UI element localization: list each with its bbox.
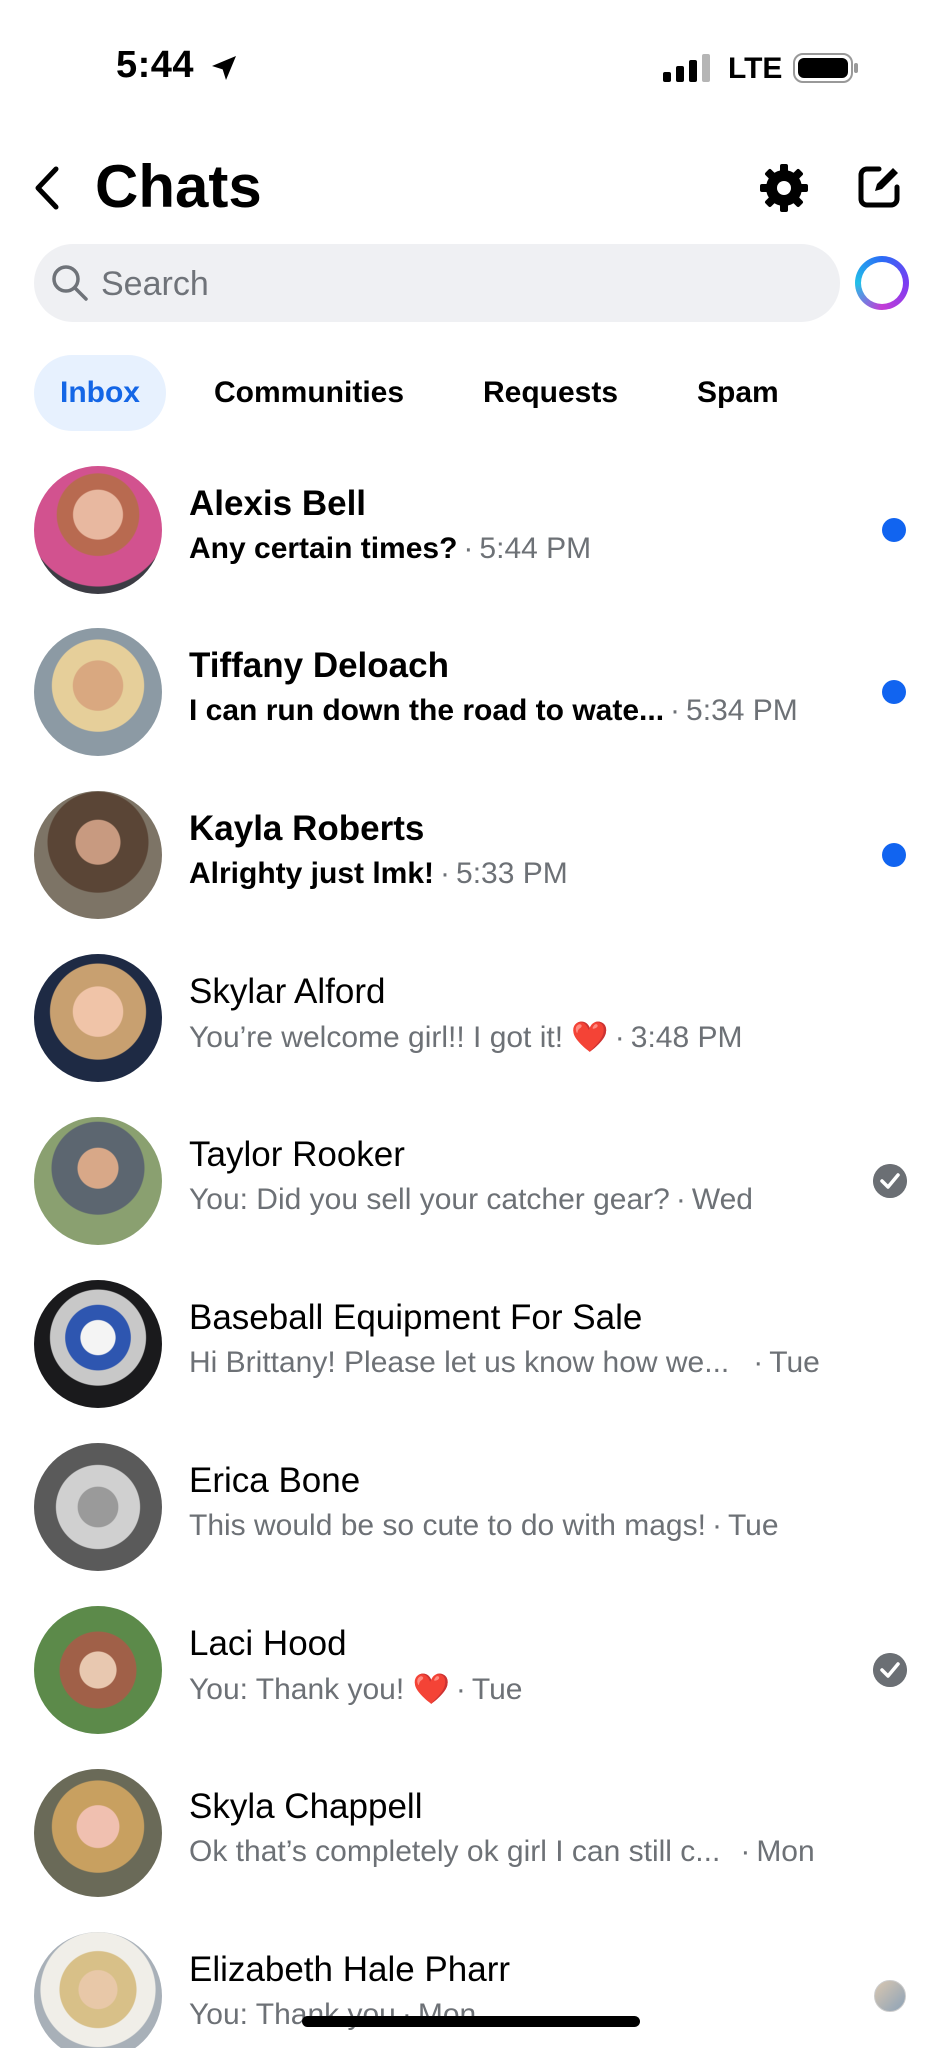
chat-name: Elizabeth Hale Pharr xyxy=(189,1950,510,1989)
chat-time: 5:34 PM xyxy=(686,694,798,727)
chat-preview-line: Any certain times? · 5:44 PM xyxy=(189,532,591,566)
seen-check-icon xyxy=(873,1653,907,1687)
avatar xyxy=(34,1932,162,2048)
avatar xyxy=(34,1769,162,1897)
chat-preview-line: Hi Brittany! Please let us know how we..… xyxy=(189,1346,820,1380)
chat-row[interactable]: Elizabeth Hale Pharr You: Thank you · Mon xyxy=(0,1932,943,2048)
avatar xyxy=(34,791,162,919)
heart-emoji-icon: ❤️ xyxy=(412,1673,450,1706)
tab-inbox[interactable]: Inbox xyxy=(34,355,166,431)
chat-preview: You: Did you sell your catcher gear? xyxy=(189,1183,670,1216)
avatar xyxy=(34,1117,162,1245)
chat-time: Tue xyxy=(471,1673,523,1706)
chat-time: Tue xyxy=(769,1346,820,1379)
network-type: LTE xyxy=(728,52,783,85)
chat-name: Alexis Bell xyxy=(189,484,367,523)
separator-dot: · xyxy=(614,1021,625,1054)
back-chevron-icon[interactable] xyxy=(30,163,64,213)
chat-preview-line: You: Did you sell your catcher gear? · Wed xyxy=(189,1183,753,1217)
chat-time: Wed xyxy=(691,1183,753,1216)
search-input[interactable] xyxy=(101,262,801,306)
avatar xyxy=(34,954,162,1082)
chat-name: Taylor Rooker xyxy=(189,1135,405,1174)
chat-preview: I can run down the road to wate... xyxy=(189,694,665,727)
avatar xyxy=(34,1280,162,1408)
home-indicator[interactable] xyxy=(302,2016,640,2027)
tab-spam[interactable]: Spam xyxy=(697,355,779,431)
avatar xyxy=(34,1443,162,1571)
avatar xyxy=(34,466,162,594)
chat-preview: Hi Brittany! Please let us know how we..… xyxy=(189,1346,730,1379)
page-title: Chats xyxy=(95,153,262,220)
chat-row[interactable]: Erica Bone This would be so cute to do w… xyxy=(0,1443,943,1606)
chat-preview-line: I can run down the road to wate... · 5:34 … xyxy=(189,694,798,728)
status-time: 5:44 xyxy=(116,44,195,86)
chat-time: Mon xyxy=(756,1835,815,1868)
avatar xyxy=(34,628,162,756)
location-arrow-icon xyxy=(212,56,236,80)
chat-name: Laci Hood xyxy=(189,1624,347,1663)
compose-icon[interactable] xyxy=(855,163,903,211)
chat-row[interactable]: Kayla Roberts Alrighty just lmk! · 5:33 PM xyxy=(0,791,943,954)
heart-emoji-icon: ❤️ xyxy=(571,1021,609,1054)
separator-dot: · xyxy=(753,1346,764,1379)
separator-dot: · xyxy=(670,694,681,727)
chat-preview: Any certain times? xyxy=(189,532,458,565)
chat-time: Tue xyxy=(727,1509,779,1542)
separator-dot: · xyxy=(740,1835,751,1868)
avatar xyxy=(34,1606,162,1734)
chat-name: Tiffany Deloach xyxy=(189,646,449,685)
chat-preview: You’re welcome girl!! I got it! xyxy=(189,1021,564,1054)
unread-dot-icon xyxy=(882,680,906,704)
chat-name: Skylar Alford xyxy=(189,972,386,1011)
chat-preview: You: Thank you! xyxy=(189,1673,405,1706)
chat-preview: Alrighty just lmk! xyxy=(189,857,435,890)
chat-preview-line: Alrighty just lmk! · 5:33 PM xyxy=(189,857,568,891)
chat-time: 5:44 PM xyxy=(479,532,592,565)
meta-ai-icon[interactable] xyxy=(855,256,909,310)
chat-preview: Ok that’s completely ok girl I can still… xyxy=(189,1835,721,1868)
chat-row[interactable]: Skylar Alford You’re welcome girl!! I go… xyxy=(0,954,943,1117)
status-bar: 5:44 LTE xyxy=(0,0,943,130)
gear-icon[interactable] xyxy=(758,162,810,214)
unread-dot-icon xyxy=(882,843,906,867)
chat-preview-line: You: Thank you! ❤️ · Tue xyxy=(189,1672,522,1707)
separator-dot: · xyxy=(675,1183,686,1216)
separator-dot: · xyxy=(711,1509,722,1542)
chat-preview-line: You’re welcome girl!! I got it! ❤️ · 3:48 … xyxy=(189,1020,743,1055)
seen-check-icon xyxy=(873,1164,907,1198)
cellular-signal-icon xyxy=(663,54,710,82)
chat-row[interactable]: Alexis Bell Any certain times? · 5:44 PM xyxy=(0,466,943,629)
search-icon xyxy=(52,265,88,301)
separator-dot: · xyxy=(455,1673,466,1706)
chat-name: Skyla Chappell xyxy=(189,1787,423,1826)
chat-row[interactable]: Taylor Rooker You: Did you sell your cat… xyxy=(0,1117,943,1280)
chat-name: Kayla Roberts xyxy=(189,809,425,848)
chat-time: 3:48 PM xyxy=(630,1021,743,1054)
tab-communities[interactable]: Communities xyxy=(214,355,404,431)
separator-dot: · xyxy=(463,532,474,565)
chat-time: 5:33 PM xyxy=(456,857,568,890)
separator-dot: · xyxy=(440,857,451,890)
chat-row[interactable]: Laci Hood You: Thank you! ❤️ · Tue xyxy=(0,1606,943,1769)
chat-row[interactable]: Baseball Equipment For Sale Hi Brittany!… xyxy=(0,1280,943,1443)
chat-row[interactable]: Skyla Chappell Ok that’s completely ok g… xyxy=(0,1769,943,1932)
chat-name: Erica Bone xyxy=(189,1461,361,1500)
chat-preview: This would be so cute to do with mags! xyxy=(189,1509,706,1542)
battery-icon xyxy=(793,53,858,83)
tab-requests[interactable]: Requests xyxy=(483,355,618,431)
chat-preview-line: This would be so cute to do with mags! · T… xyxy=(189,1509,779,1543)
unread-dot-icon xyxy=(882,518,906,542)
chat-name: Baseball Equipment For Sale xyxy=(189,1298,643,1337)
chat-row[interactable]: Tiffany Deloach I can run down the road … xyxy=(0,628,943,791)
chat-preview-line: Ok that’s completely ok girl I can still… xyxy=(189,1835,815,1869)
seen-avatar-icon xyxy=(874,1980,906,2012)
